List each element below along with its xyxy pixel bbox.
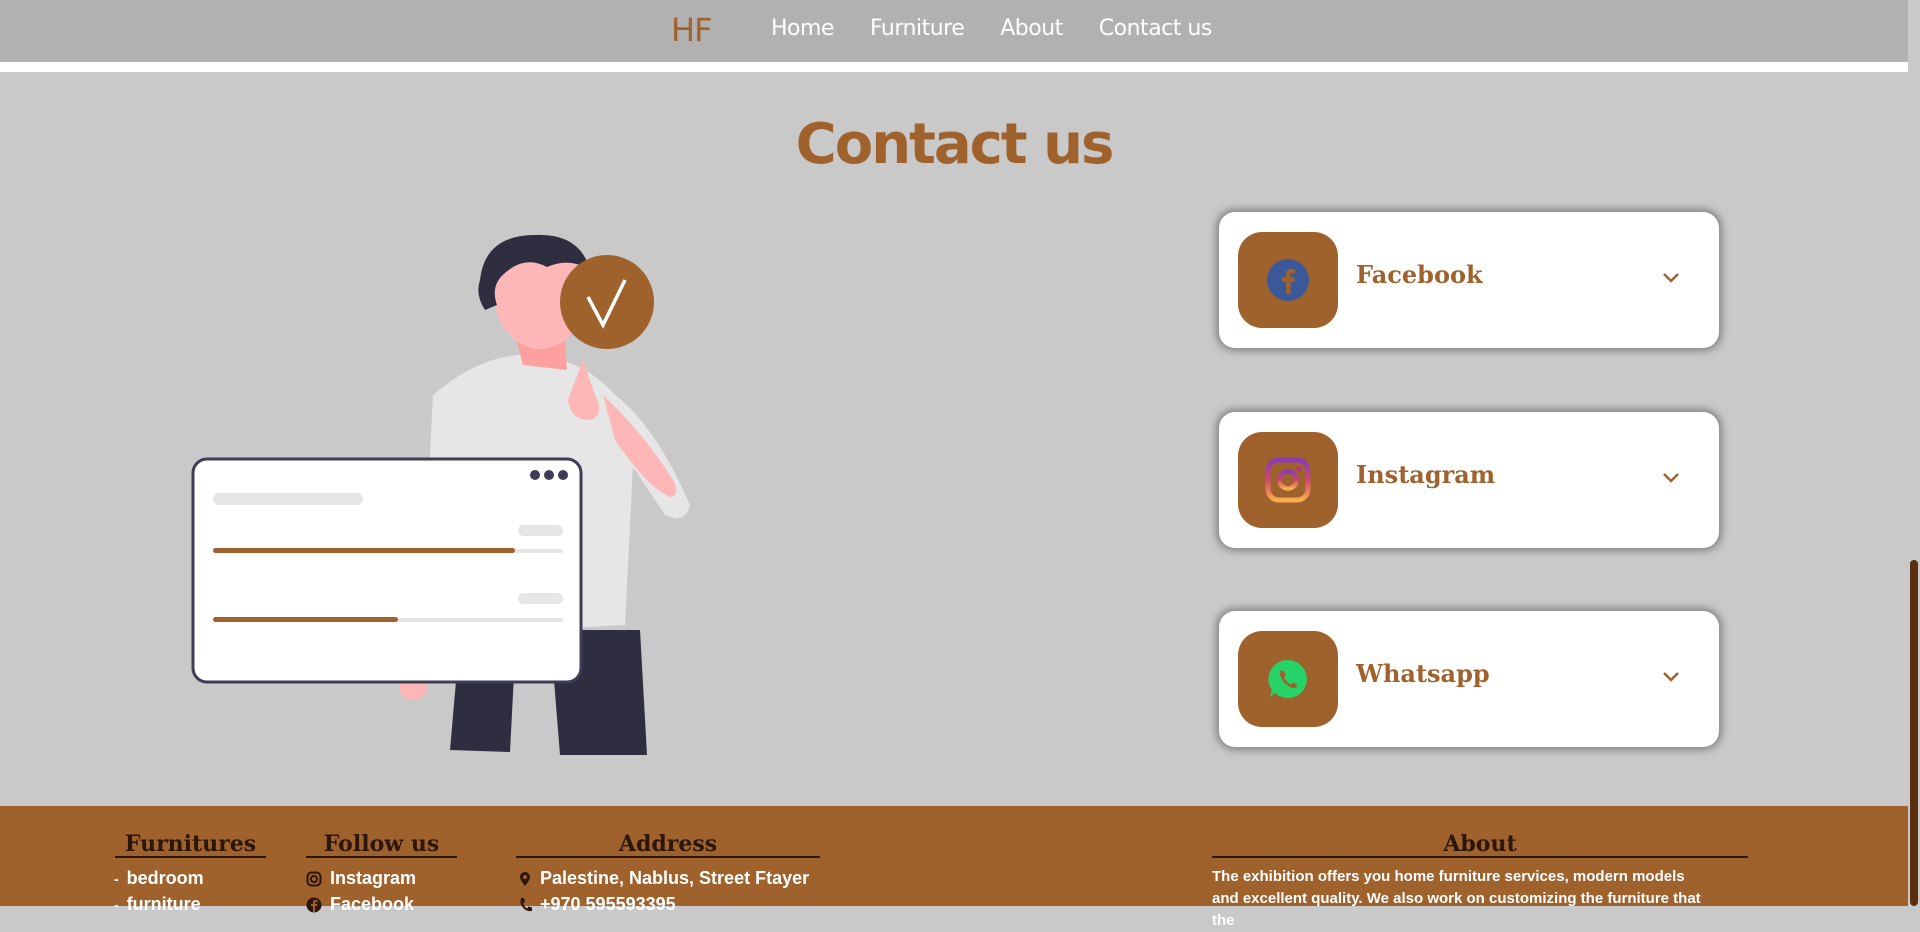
footer-link-label: furniture — [126, 894, 201, 914]
footer-address-location: Palestine, Nablus, Street Ftayer — [518, 868, 809, 889]
chevron-down-icon[interactable] — [1661, 470, 1681, 484]
map-pin-icon — [520, 871, 530, 886]
footer-link-label: Facebook — [330, 894, 415, 914]
nav-link-about[interactable]: About — [1000, 16, 1063, 41]
footer-link-label: Instagram — [330, 868, 417, 888]
site-footer: Furnitures - bedroom - furniture Follow … — [0, 806, 1908, 929]
page-scrollbar[interactable] — [1908, 0, 1920, 906]
facebook-icon — [1238, 232, 1338, 328]
footer-about-text: The exhibition offers you home furniture… — [1212, 868, 1701, 929]
footer-link-facebook[interactable]: Facebook — [306, 894, 414, 915]
contact-card-instagram[interactable]: Instagram — [1219, 412, 1719, 548]
scrollbar-thumb[interactable] — [1910, 560, 1918, 906]
card-label-whatsapp: Whatsapp — [1356, 659, 1490, 688]
footer-heading-about: About — [1212, 832, 1748, 858]
nav-link-contact[interactable]: Contact us — [1099, 16, 1213, 41]
contact-illustration — [191, 234, 690, 755]
instagram-icon — [1238, 432, 1338, 528]
footer-heading-address: Address — [516, 832, 820, 858]
chevron-down-icon[interactable] — [1661, 669, 1681, 683]
phone-icon — [520, 897, 532, 911]
footer-heading-follow: Follow us — [306, 832, 457, 858]
footer-link-furniture[interactable]: - furniture — [114, 894, 201, 915]
nav-link-home[interactable]: Home — [771, 16, 834, 41]
footer-phone-text: +970 595593395 — [540, 894, 676, 914]
nav-links: Home Furniture About Contact us — [771, 16, 1248, 41]
site-logo[interactable]: HF — [671, 11, 712, 49]
footer-link-bedroom[interactable]: - bedroom — [114, 868, 204, 889]
page-title: Contact us — [795, 112, 1115, 177]
footer-address-text: Palestine, Nablus, Street Ftayer — [540, 868, 810, 888]
instagram-icon — [306, 871, 322, 886]
whatsapp-icon — [1238, 631, 1338, 727]
nav-link-furniture[interactable]: Furniture — [870, 16, 965, 41]
footer-link-instagram[interactable]: Instagram — [306, 868, 416, 889]
contact-card-whatsapp[interactable]: Whatsapp — [1219, 611, 1719, 747]
bullet-dash: - — [114, 870, 119, 887]
card-label-facebook: Facebook — [1356, 260, 1483, 289]
bullet-dash: - — [114, 896, 119, 913]
footer-address-phone: +970 595593395 — [518, 894, 676, 915]
footer-link-label: bedroom — [126, 868, 204, 888]
chevron-down-icon[interactable] — [1661, 270, 1681, 284]
footer-heading-furnitures: Furnitures — [115, 832, 266, 858]
contact-card-facebook[interactable]: Facebook — [1219, 212, 1719, 348]
facebook-icon — [306, 897, 322, 912]
card-label-instagram: Instagram — [1356, 460, 1496, 489]
top-navbar: HF Home Furniture About Contact us — [0, 0, 1908, 72]
